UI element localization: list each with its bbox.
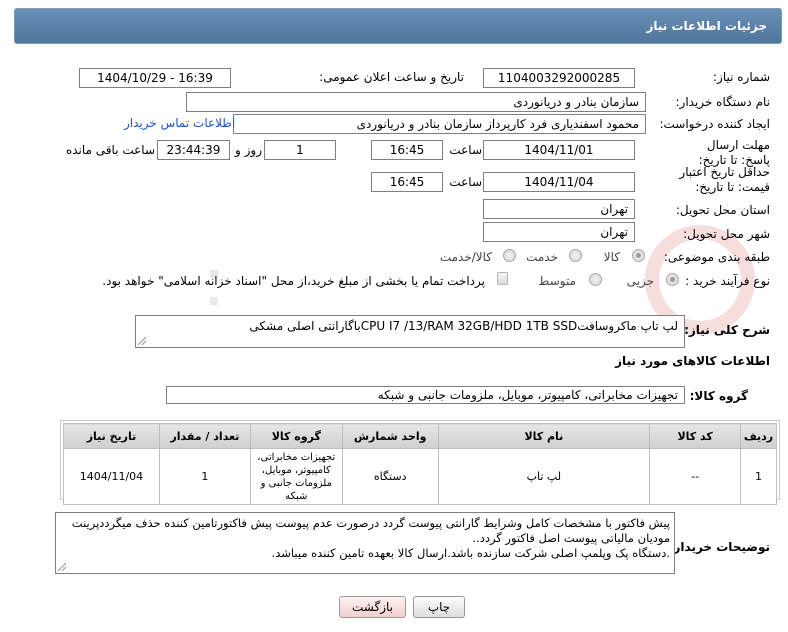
cell-need-date: 1404/11/04 xyxy=(63,448,160,505)
buyer-org-field[interactable]: سازمان بنادر و دریانوردی xyxy=(186,92,646,112)
deadline-label: مهلت ارسال پاسخ: تا تاریخ: xyxy=(698,138,770,167)
remaining-time-field[interactable]: 23:44:39 xyxy=(157,140,230,160)
price-time-field[interactable]: 16:45 xyxy=(371,172,443,192)
deadline-time-label: ساعت xyxy=(449,143,482,157)
deadline-time-field[interactable]: 16:45 xyxy=(371,140,443,160)
category-option-goods: کالا xyxy=(603,250,620,264)
announce-field[interactable]: 1404/10/29 - 16:39 xyxy=(79,68,231,88)
col-group: گروه کالا xyxy=(249,423,343,449)
table-row[interactable]: 1 -- لپ تاپ دستگاه تجهیزات مخابراتی، کام… xyxy=(63,448,777,505)
province-field[interactable]: تهران xyxy=(483,199,635,219)
creator-field[interactable]: محمود اسفندیاری فرد کارپرداز سازمان بناد… xyxy=(233,114,646,134)
process-radio-minor[interactable] xyxy=(666,273,679,286)
need-number-label: شماره نیاز: xyxy=(713,70,770,84)
summary-label: شرح کلی نیاز: xyxy=(684,323,770,337)
remaining-label: ساعت باقی مانده xyxy=(65,143,155,157)
resize-grip-icon[interactable] xyxy=(138,337,146,345)
goods-group-field[interactable]: تجهیزات مخابراتی، کامپیوتر، موبایل، ملزو… xyxy=(166,386,685,404)
category-option-service: خدمت xyxy=(526,250,558,264)
buyer-notes-line-2: مودیان مالیاتی پیوست اصل فاکتور گردد.. xyxy=(472,531,670,545)
cell-name: لپ تاپ xyxy=(437,448,651,505)
col-code: کد کالا xyxy=(649,423,742,449)
table-header-row: ردیف کد کالا نام کالا واحد شمارش گروه کا… xyxy=(63,423,777,449)
summary-textarea[interactable]: لپ تاپ ماکروسافتCPU I7 /13/RAM 32GB/HDD … xyxy=(135,315,685,348)
print-button[interactable]: چاپ xyxy=(413,596,465,618)
page-header: جزئیات اطلاعات نیاز xyxy=(14,8,782,44)
city-field[interactable]: تهران xyxy=(483,222,635,242)
buyer-org-label: نام دستگاه خریدار: xyxy=(675,95,771,109)
summary-text: لپ تاپ ماکروسافتCPU I7 /13/RAM 32GB/HDD … xyxy=(249,319,678,333)
cell-quantity: 1 xyxy=(158,448,251,505)
price-validity-label: حداقل تاریخ اعتبار قیمت: تا تاریخ: xyxy=(679,165,770,194)
category-radio-service[interactable] xyxy=(569,249,582,262)
process-label: نوع فرآیند خرید : xyxy=(685,274,770,288)
col-name: نام کالا xyxy=(437,423,651,449)
goods-group-label: گروه کالا: xyxy=(689,389,748,403)
creator-label: ایجاد کننده درخواست: xyxy=(659,117,770,131)
days-field[interactable]: 1 xyxy=(264,140,336,160)
buyer-notes-label: توضیحات خریدار: xyxy=(668,540,770,554)
col-need-date: تاریخ نیاز xyxy=(63,423,160,449)
goods-section-title: اطلاعات کالاهای مورد نیاز xyxy=(615,354,770,368)
resize-grip-icon[interactable] xyxy=(58,563,66,571)
goods-table: ردیف کد کالا نام کالا واحد شمارش گروه کا… xyxy=(63,423,777,505)
cell-code: -- xyxy=(649,448,742,505)
need-number-field[interactable]: 1104003292000285 xyxy=(483,68,635,88)
cell-unit: دستگاه xyxy=(341,448,439,505)
payment-note: پرداخت تمام یا بخشی از مبلغ خرید،از محل … xyxy=(102,274,485,288)
page-title: جزئیات اطلاعات نیاز xyxy=(646,19,767,33)
city-label: شهر محل تحویل: xyxy=(683,227,770,241)
col-row: ردیف xyxy=(740,423,777,449)
process-option-minor: جزیی xyxy=(626,274,654,288)
category-option-both: کالا/خدمت xyxy=(439,250,492,264)
process-radio-medium[interactable] xyxy=(589,273,602,286)
province-label: استان محل تحویل: xyxy=(675,203,770,217)
buyer-notes-textarea[interactable]: پیش فاکتور با مشخصات کامل وشرایط گارانتی… xyxy=(55,512,675,574)
category-label: طبقه بندی موضوعی: xyxy=(663,250,770,264)
col-unit: واحد شمارش xyxy=(341,423,439,449)
back-button[interactable]: بازگشت xyxy=(339,596,406,618)
price-time-label: ساعت xyxy=(449,175,482,189)
category-radio-both[interactable] xyxy=(503,249,516,262)
price-date-field[interactable]: 1404/11/04 xyxy=(483,172,635,192)
col-quantity: تعداد / مقدار xyxy=(158,423,251,449)
announce-label: تاریخ و ساعت اعلان عمومی: xyxy=(319,70,464,84)
treasury-checkbox[interactable] xyxy=(497,272,508,285)
cell-row: 1 xyxy=(740,448,777,505)
deadline-date-field[interactable]: 1404/11/01 xyxy=(483,140,635,160)
category-radio-goods[interactable] xyxy=(632,249,645,262)
cell-group: تجهیزات مخابراتی، کامپیوتر، موبایل، ملزو… xyxy=(249,448,343,505)
buyer-notes-line-3: .دستگاه پک وپلمپ اصلی شرکت سازنده باشد.ا… xyxy=(271,546,670,560)
buyer-notes-line-1: پیش فاکتور با مشخصات کامل وشرایط گارانتی… xyxy=(71,516,670,530)
buyer-contact-link[interactable]: اطلاعات تماس خریدار xyxy=(124,116,235,130)
process-option-medium: متوسط xyxy=(538,274,576,288)
days-label: روز و xyxy=(235,143,262,157)
